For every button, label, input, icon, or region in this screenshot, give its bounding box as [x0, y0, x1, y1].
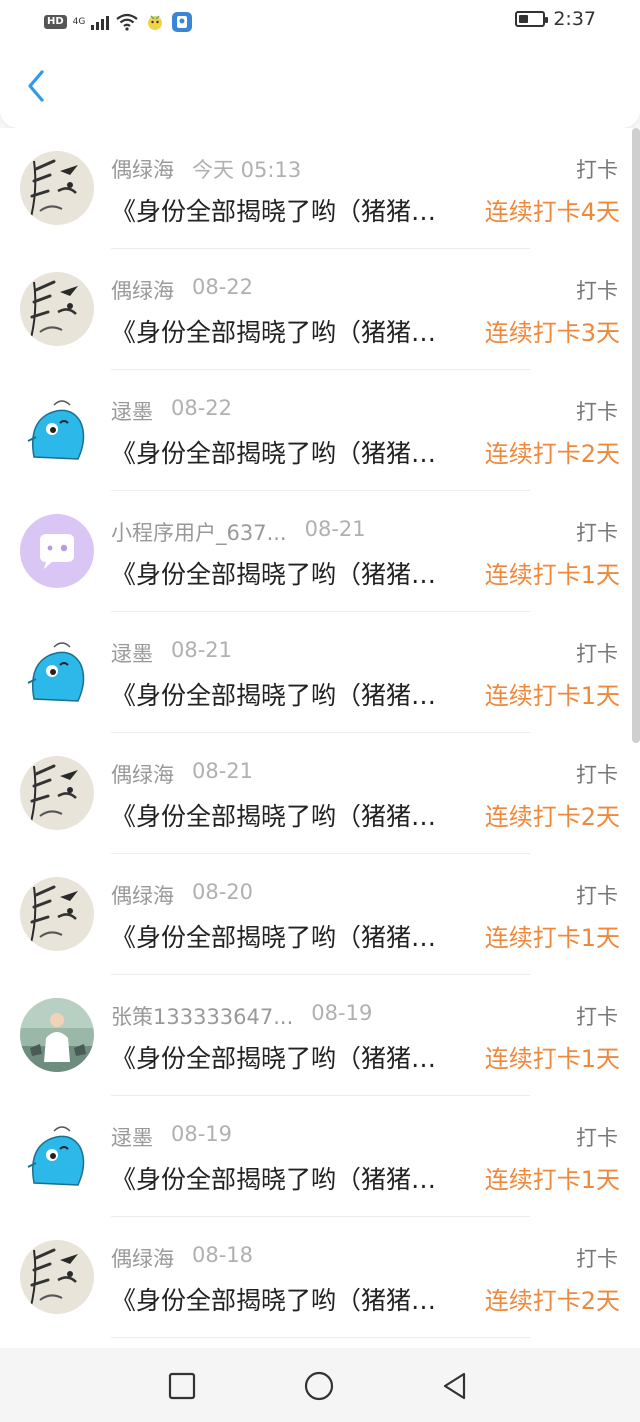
avatar-ink-painting[interactable] [20, 151, 94, 225]
user-name: 偶绿海 [111, 1247, 174, 1271]
post-type-label: 打卡 [576, 279, 618, 303]
post-title: 《身份全部揭晓了哟（猪猪… [111, 1044, 437, 1073]
post-title: 《身份全部揭晓了哟（猪猪… [111, 1286, 437, 1315]
user-name: 偶绿海 [111, 763, 174, 787]
user-name: 张策133333647... [111, 1005, 294, 1029]
streak-label: 连续打卡1天 [484, 561, 620, 589]
list-item[interactable]: 张策133333647... 08-19 打卡 《身份全部揭晓了哟（猪猪… 连续… [0, 975, 640, 1096]
status-icons-left: HD 4G [44, 10, 193, 34]
user-name: 偶绿海 [111, 279, 174, 303]
post-date: 08-19 [171, 1122, 233, 1146]
streak-label: 连续打卡3天 [484, 319, 620, 347]
avatar-ink-painting[interactable] [20, 877, 94, 951]
post-date: 08-21 [192, 759, 254, 783]
post-date: 08-20 [192, 880, 254, 904]
post-type-label: 打卡 [576, 400, 618, 424]
divider [111, 1337, 530, 1338]
hd-badge: HD [44, 15, 67, 29]
post-type-label: 打卡 [576, 1126, 618, 1150]
clock-time: 2:37 [553, 8, 596, 30]
list-item[interactable]: 偶绿海 今天 05:13 打卡 《身份全部揭晓了哟（猪猪… 连续打卡4天 [0, 128, 640, 249]
page-header [0, 44, 640, 128]
list-item[interactable]: 偶绿海 08-21 打卡 《身份全部揭晓了哟（猪猪… 连续打卡2天 [0, 733, 640, 854]
battery-icon [515, 11, 549, 27]
back-button[interactable] [18, 66, 54, 106]
post-type-label: 打卡 [576, 1247, 618, 1271]
avatar-ink-painting[interactable] [20, 272, 94, 346]
avatar-purple-chat[interactable] [20, 514, 94, 588]
nav-back-button[interactable] [439, 1370, 471, 1402]
system-nav-bar [0, 1348, 640, 1422]
network-type-label: 4G [73, 17, 86, 27]
home-button[interactable] [303, 1370, 335, 1402]
post-title: 《身份全部揭晓了哟（猪猪… [111, 681, 437, 710]
post-title: 《身份全部揭晓了哟（猪猪… [111, 197, 437, 226]
post-date: 08-21 [171, 638, 233, 662]
list-item[interactable]: 偶绿海 08-20 打卡 《身份全部揭晓了哟（猪猪… 连续打卡1天 [0, 854, 640, 975]
post-type-label: 打卡 [576, 642, 618, 666]
post-title: 《身份全部揭晓了哟（猪猪… [111, 802, 437, 831]
post-title: 《身份全部揭晓了哟（猪猪… [111, 439, 437, 468]
list-item[interactable]: 逯墨 08-21 打卡 《身份全部揭晓了哟（猪猪… 连续打卡1天 [0, 612, 640, 733]
user-name: 逯墨 [111, 1126, 153, 1150]
post-type-label: 打卡 [576, 158, 618, 182]
streak-label: 连续打卡2天 [484, 803, 620, 831]
post-title: 《身份全部揭晓了哟（猪猪… [111, 1165, 437, 1194]
user-name: 逯墨 [111, 400, 153, 424]
user-name: 偶绿海 [111, 884, 174, 908]
status-bar: HD 4G 2:37 [0, 0, 640, 44]
app-notification-icon [148, 15, 163, 30]
wifi-icon [116, 13, 139, 31]
streak-label: 连续打卡4天 [484, 198, 620, 226]
post-title: 《身份全部揭晓了哟（猪猪… [111, 923, 437, 952]
list-item[interactable]: 偶绿海 08-22 打卡 《身份全部揭晓了哟（猪猪… 连续打卡3天 [0, 249, 640, 370]
network-type-text: 4G [72, 17, 86, 27]
avatar-blue-creature[interactable] [20, 393, 94, 467]
square-icon [168, 1372, 196, 1400]
post-date: 08-22 [171, 396, 233, 420]
post-title: 《身份全部揭晓了哟（猪猪… [111, 560, 437, 589]
post-type-label: 打卡 [576, 1005, 618, 1029]
circle-icon [304, 1371, 334, 1401]
streak-label: 连续打卡2天 [484, 440, 620, 468]
signal-icon [91, 14, 110, 30]
post-date: 08-18 [192, 1243, 254, 1267]
post-type-label: 打卡 [576, 763, 618, 787]
post-title: 《身份全部揭晓了哟（猪猪… [111, 318, 437, 347]
user-name: 偶绿海 [111, 158, 174, 182]
avatar-ink-painting[interactable] [20, 1240, 94, 1314]
recent-apps-button[interactable] [166, 1370, 198, 1402]
post-date: 08-22 [192, 275, 254, 299]
streak-label: 连续打卡1天 [484, 1045, 620, 1073]
post-type-label: 打卡 [576, 884, 618, 908]
chevron-left-icon [28, 70, 44, 102]
user-name: 逯墨 [111, 642, 153, 666]
avatar-ink-painting[interactable] [20, 756, 94, 830]
post-date: 08-19 [311, 1001, 373, 1025]
list-item[interactable]: 小程序用户_637... 08-21 打卡 《身份全部揭晓了哟（猪猪… 连续打卡… [0, 491, 640, 612]
streak-label: 连续打卡2天 [484, 1287, 620, 1315]
streak-label: 连续打卡1天 [484, 682, 620, 710]
avatar-blue-creature[interactable] [20, 635, 94, 709]
list-item[interactable]: 逯墨 08-22 打卡 《身份全部揭晓了哟（猪猪… 连续打卡2天 [0, 370, 640, 491]
streak-label: 连续打卡1天 [484, 1166, 620, 1194]
list-item[interactable]: 逯墨 08-19 打卡 《身份全部揭晓了哟（猪猪… 连续打卡1天 [0, 1096, 640, 1217]
shield-app-icon [172, 12, 193, 32]
avatar-photo[interactable] [20, 998, 94, 1072]
checkin-list[interactable]: 偶绿海 今天 05:13 打卡 《身份全部揭晓了哟（猪猪… 连续打卡4天 偶绿海… [0, 128, 640, 1348]
list-item[interactable]: 偶绿海 08-18 打卡 《身份全部揭晓了哟（猪猪… 连续打卡2天 [0, 1217, 640, 1338]
status-icons-right: 2:37 [515, 8, 596, 30]
post-type-label: 打卡 [576, 521, 618, 545]
user-name: 小程序用户_637... [111, 521, 287, 545]
triangle-back-icon [443, 1372, 466, 1400]
post-date: 08-21 [304, 517, 366, 541]
post-date: 今天 05:13 [192, 158, 302, 182]
streak-label: 连续打卡1天 [484, 924, 620, 952]
avatar-blue-creature[interactable] [20, 1119, 94, 1193]
